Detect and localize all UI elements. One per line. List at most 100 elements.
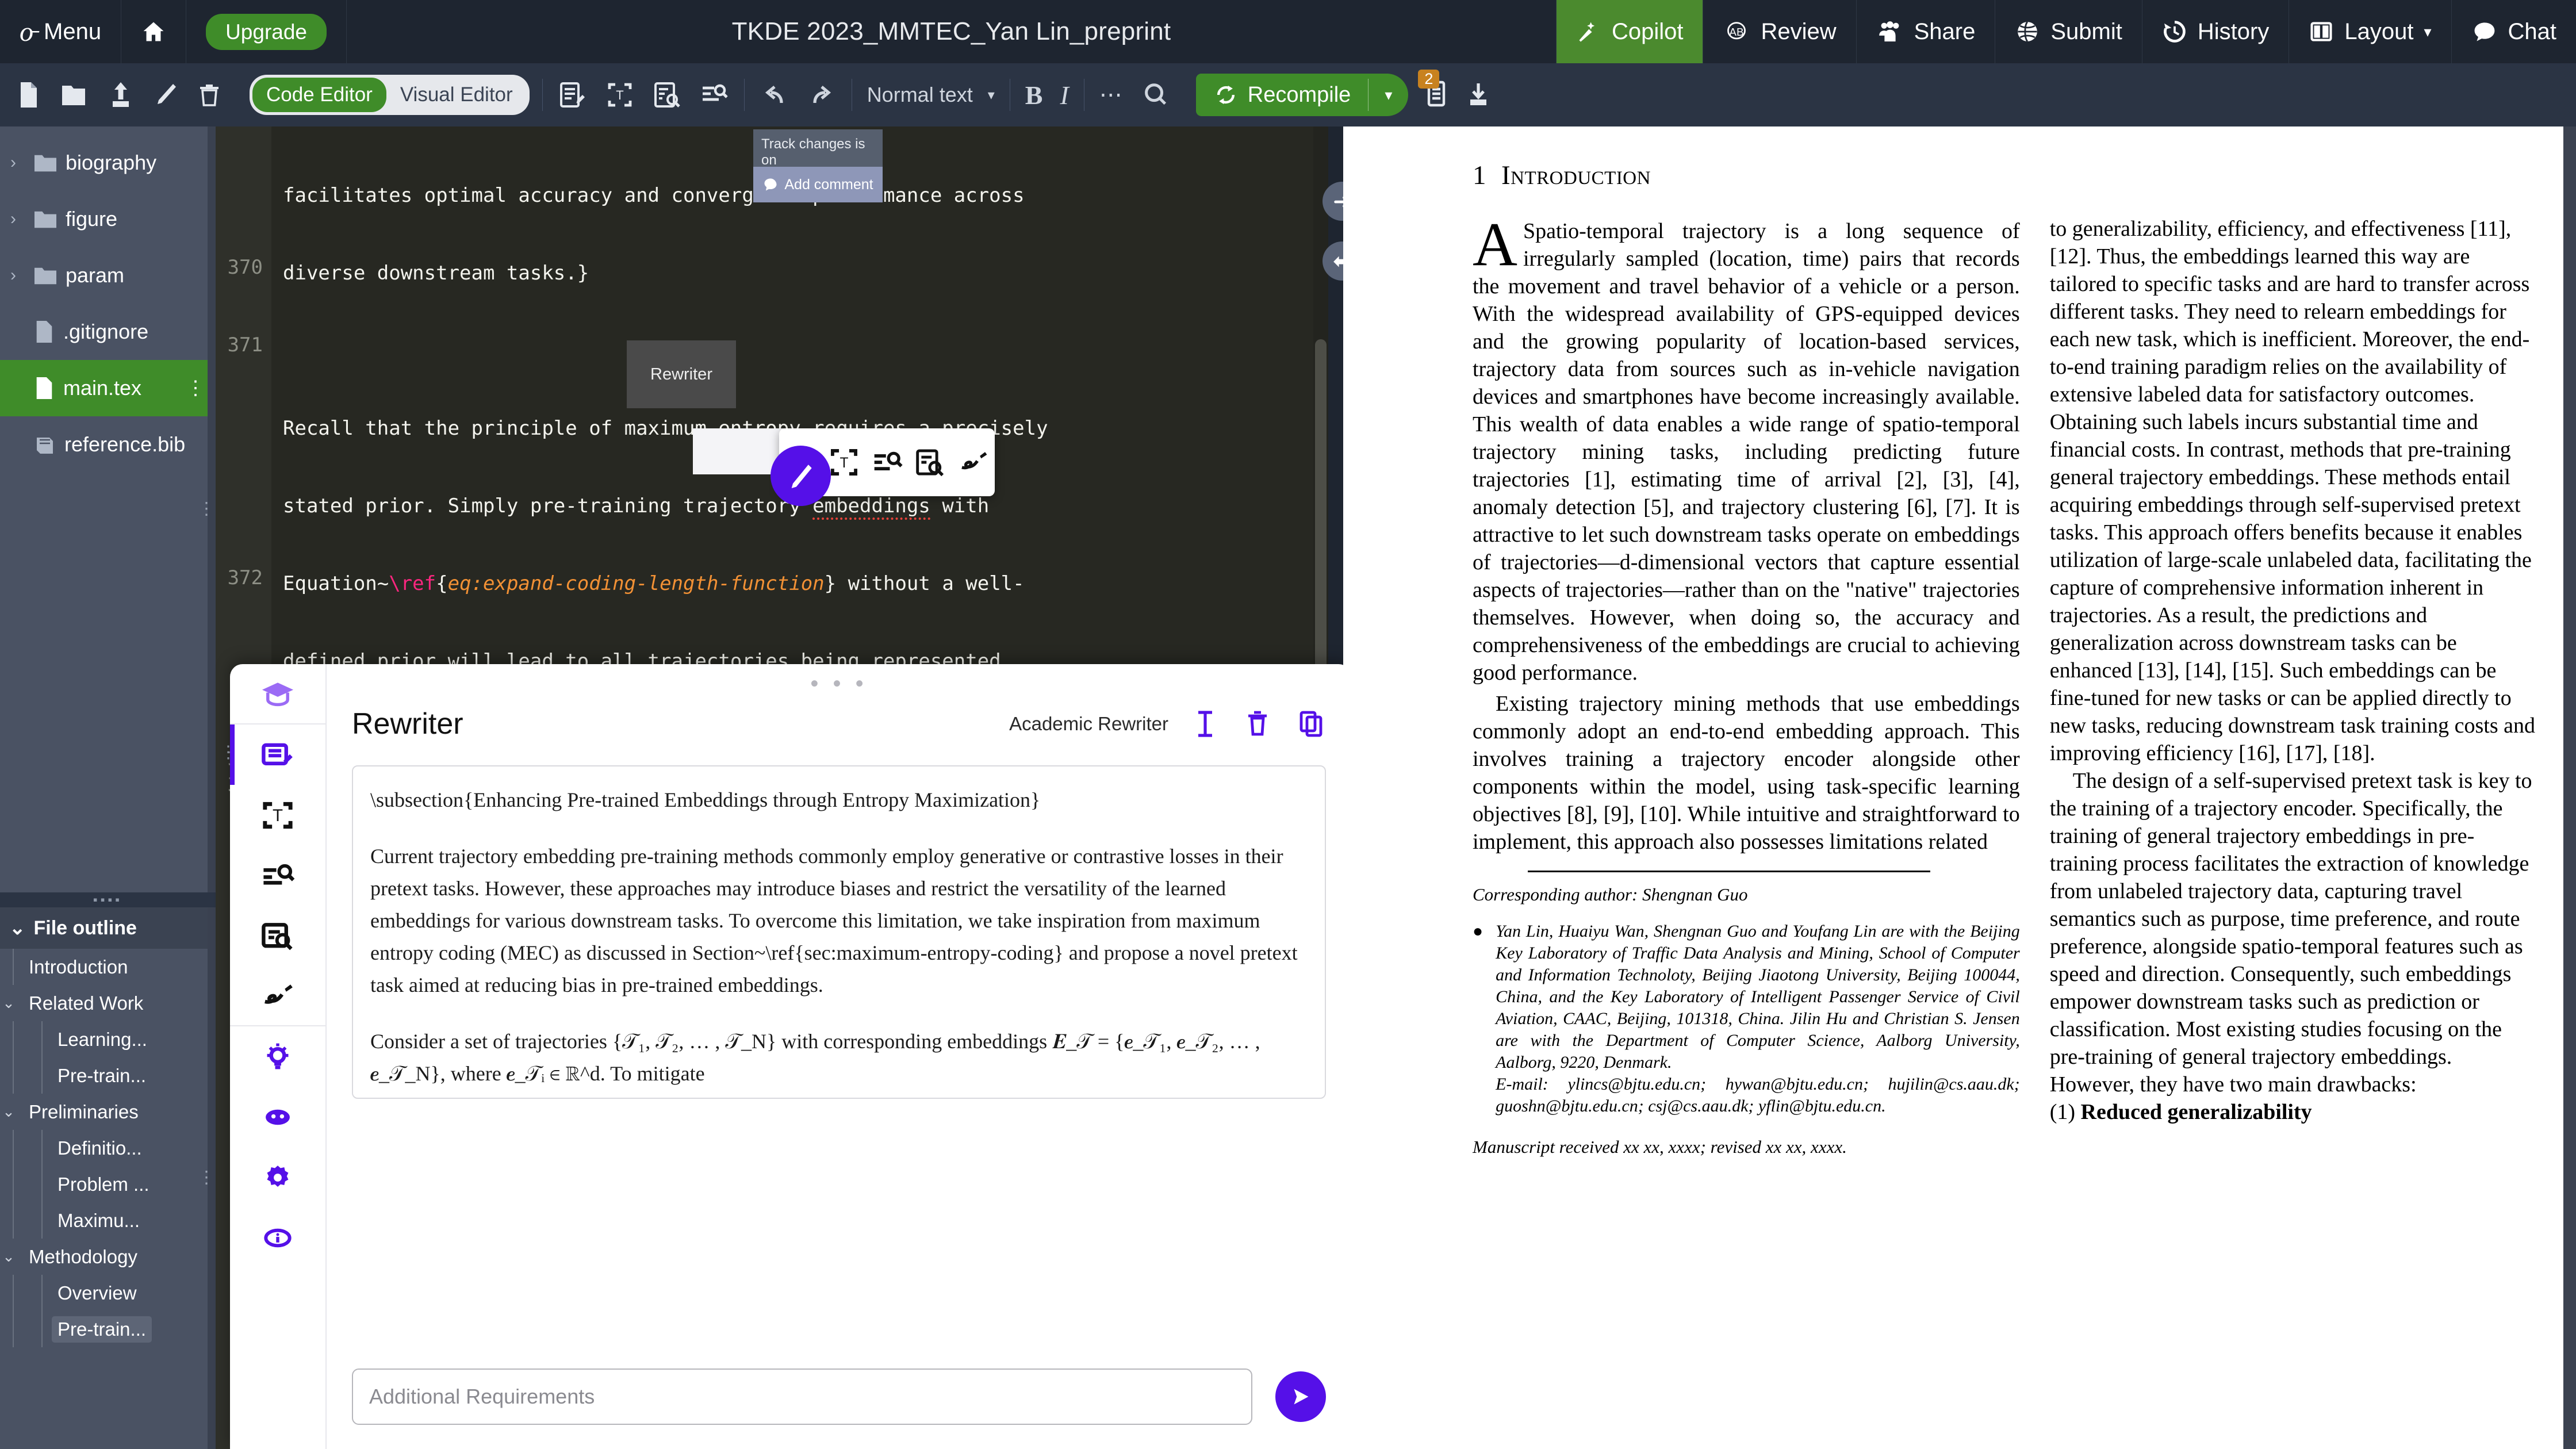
- chevron-down-icon[interactable]: ⌄: [0, 1103, 17, 1121]
- copy-icon[interactable]: [1297, 709, 1326, 739]
- add-comment-button[interactable]: Add comment: [753, 167, 883, 202]
- rail-rewriter[interactable]: [230, 724, 326, 785]
- rewriter-header: Rewriter Academic Rewriter: [352, 707, 1326, 741]
- rewriter-output[interactable]: \subsection{Enhancing Pre-trained Embedd…: [352, 765, 1326, 1099]
- chevron-down-icon: ▾: [2424, 22, 2432, 40]
- rail-robot-face[interactable]: [230, 1087, 326, 1147]
- text-box-icon[interactable]: T: [827, 446, 861, 479]
- folder-icon: [34, 267, 56, 285]
- outline-item-overview[interactable]: Overview: [0, 1275, 216, 1311]
- outline-item-related-work[interactable]: ⌄ Related Work: [0, 985, 216, 1021]
- ai-tools-group: T: [543, 63, 744, 126]
- outline-item-maximum[interactable]: Maximu...: [0, 1202, 216, 1239]
- editor-scroll-thumb[interactable]: [1315, 339, 1327, 707]
- send-button[interactable]: [1275, 1371, 1326, 1422]
- rail-gear[interactable]: [230, 1147, 326, 1208]
- outline-item-problem[interactable]: Problem ...: [0, 1166, 216, 1202]
- tab-code-editor[interactable]: Code Editor: [252, 78, 386, 112]
- editor-mode-switch[interactable]: Code Editor Visual Editor: [250, 75, 530, 115]
- rail-list-search[interactable]: [230, 845, 326, 906]
- rail-lightbulb[interactable]: [230, 1026, 326, 1087]
- sidebar-horizontal-splitter[interactable]: ▪▪▪▪: [0, 892, 216, 907]
- outline-item-pre-train[interactable]: Pre-train...: [0, 1057, 216, 1094]
- redo-icon[interactable]: [807, 80, 837, 110]
- rail-doc-search[interactable]: [230, 906, 326, 966]
- doc-search-icon[interactable]: [914, 446, 947, 479]
- doc-search-icon[interactable]: [652, 80, 682, 110]
- outline-item-preliminaries[interactable]: ⌄ Preliminaries: [0, 1094, 216, 1130]
- file-tree-item-main-tex[interactable]: main.tex ⋮: [0, 360, 216, 416]
- folder-icon: [34, 155, 56, 172]
- chevron-right-icon[interactable]: ›: [10, 266, 25, 285]
- rewriter-drag-dots[interactable]: • • •: [352, 672, 1326, 696]
- file-menu-kebab-icon[interactable]: ⋮: [186, 378, 205, 398]
- list-search-icon[interactable]: [699, 80, 729, 110]
- pdf-right-column: to generalizability, efficiency, and eff…: [2050, 160, 2542, 1157]
- recompile-main[interactable]: Recompile: [1196, 82, 1368, 108]
- rewriter-panel[interactable]: T • • • Rewriter Academic Rewriter \subs…: [230, 664, 1351, 1449]
- upload-icon[interactable]: [107, 80, 135, 110]
- chevron-right-icon[interactable]: ›: [10, 153, 25, 172]
- chevron-down-icon[interactable]: ⌄: [0, 1248, 17, 1266]
- logs-wrap[interactable]: 2: [1418, 69, 1450, 112]
- rail-signature[interactable]: [230, 966, 326, 1026]
- file-tree-item-reference-bib[interactable]: reference.bib: [0, 416, 216, 473]
- rail-text-box[interactable]: T: [230, 785, 326, 845]
- signature-icon[interactable]: [957, 446, 990, 479]
- ellipsis-icon[interactable]: ⋯: [1099, 83, 1124, 106]
- file-tree-resizer[interactable]: ⋮: [198, 126, 216, 892]
- text-style-select[interactable]: Normal text ▾: [852, 63, 1010, 126]
- trash-icon[interactable]: [1244, 709, 1271, 739]
- text-box-icon[interactable]: T: [605, 80, 635, 110]
- bold-button[interactable]: B: [1025, 80, 1043, 110]
- additional-requirements-input[interactable]: Additional Requirements: [352, 1368, 1252, 1425]
- outline-resizer[interactable]: ⋮: [198, 907, 216, 1449]
- new-file-icon[interactable]: [15, 80, 43, 110]
- line-number: 370: [227, 256, 263, 279]
- rail-graduation-cap[interactable]: [230, 664, 326, 724]
- rewriter-mode-label[interactable]: Academic Rewriter: [1009, 713, 1168, 735]
- rewriter-pencil-button[interactable]: [770, 446, 831, 506]
- rewrite-doc-icon[interactable]: [558, 80, 588, 110]
- submit-button[interactable]: Submit: [1995, 0, 2142, 63]
- pdf-scrollbar[interactable]: [2563, 126, 2576, 1449]
- home-button[interactable]: [121, 0, 187, 63]
- pdf-preview[interactable]: 1 Introduction A Spatio-temporal trajector…: [1343, 126, 2576, 1449]
- download-icon[interactable]: [1465, 80, 1492, 110]
- trash-icon[interactable]: [197, 80, 222, 110]
- chevron-right-icon[interactable]: ›: [10, 209, 25, 229]
- chevron-down-icon[interactable]: ⌄: [0, 994, 17, 1012]
- text-cursor-icon[interactable]: [1193, 709, 1218, 739]
- rail-info[interactable]: [230, 1208, 326, 1268]
- file-tree-item-biography[interactable]: › biography: [0, 135, 216, 191]
- file-outline-header[interactable]: ⌄ File outline: [0, 907, 216, 949]
- undo-icon[interactable]: [760, 80, 789, 110]
- outline-item-methodology[interactable]: ⌄ Methodology: [0, 1239, 216, 1275]
- outline-item-pre-train-2[interactable]: Pre-train...: [0, 1311, 216, 1347]
- tab-visual-editor[interactable]: Visual Editor: [386, 78, 527, 112]
- file-tree-item-gitignore[interactable]: .gitignore: [0, 304, 216, 360]
- outline-item-introduction[interactable]: Introduction: [0, 949, 216, 985]
- review-button[interactable]: AB Review: [1703, 0, 1857, 63]
- layout-button[interactable]: Layout ▾: [2289, 0, 2452, 63]
- outline-item-learning[interactable]: Learning...: [0, 1021, 216, 1057]
- chat-button[interactable]: Chat: [2452, 0, 2576, 63]
- chevron-down-icon[interactable]: ⌄: [9, 917, 26, 940]
- search-icon[interactable]: [1141, 80, 1170, 109]
- new-folder-icon[interactable]: [60, 80, 90, 110]
- italic-button[interactable]: I: [1060, 80, 1068, 110]
- outline-item-definition[interactable]: Definitio...: [0, 1130, 216, 1166]
- file-tree-item-param[interactable]: › param: [0, 247, 216, 304]
- recompile-caret[interactable]: ▾: [1368, 86, 1408, 104]
- recompile-button[interactable]: Recompile ▾: [1195, 74, 1409, 116]
- copilot-button[interactable]: Copilot: [1556, 0, 1704, 63]
- share-button[interactable]: Share: [1857, 0, 1996, 63]
- list-search-icon[interactable]: [871, 446, 904, 479]
- file-tree-item-figure[interactable]: › figure: [0, 191, 216, 247]
- pdf-affiliation: Yan Lin, Huaiyu Wan, Shengnan Guo and Yo…: [1496, 922, 2020, 1116]
- menu-button[interactable]: o̵ Menu: [0, 0, 122, 63]
- upgrade-button[interactable]: Upgrade: [206, 13, 327, 50]
- footnote-rule: [1528, 871, 1930, 872]
- history-button[interactable]: History: [2142, 0, 2290, 63]
- rename-pencil-icon[interactable]: [152, 80, 179, 110]
